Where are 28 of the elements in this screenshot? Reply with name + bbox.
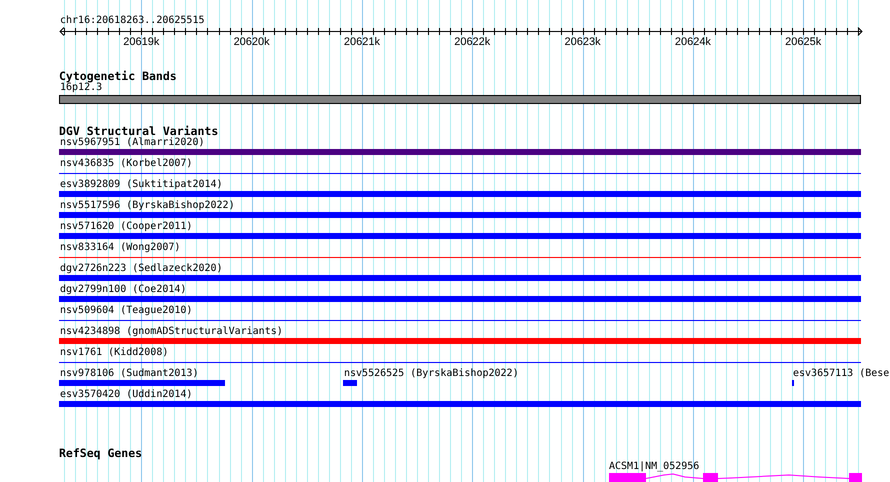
tick-label: 20619k [123,36,160,48]
track-title: Cytogenetic Bands [59,70,177,82]
tick-label: 20620k [234,36,270,48]
track-title: RefSeq Genes [59,447,142,459]
tick-label: 20625k [785,36,822,48]
tick-label: 20621k [344,36,380,48]
variant-label: nsv5967951 (Almarri2020) [60,137,204,149]
variant-label: nsv5526525 (ByrskaBishop2022) [344,368,519,380]
variant-label: nsv4234898 (gnomADStructuralVariants) [60,326,283,338]
variant-label: dgv2799n100 (Coe2014) [60,284,186,296]
variant-label: nsv509604 (Teague2010) [60,305,192,317]
variant-label: nsv833164 (Wong2007) [60,242,180,254]
location-label: chr16:20618263..20625515 [59,15,204,27]
tick-label: 20622k [454,36,490,48]
tick-label: 20623k [564,36,601,48]
variant-label: esv3657113 (Bese [793,368,890,380]
variant-label: nsv978106 (Sudmant2013) [60,368,198,380]
variant-label: nsv1761 (Kidd2008) [60,347,168,359]
band-label: 16p12.3 [60,82,102,94]
track-title: DGV Structural Variants [59,125,218,137]
variant-label: esv3570420 (Uddin2014) [60,389,192,401]
tick-label: 20624k [674,36,711,48]
variant-label: esv3892809 (Suktitipat2014) [60,179,223,191]
variant-label: nsv571620 (Cooper2011) [60,221,192,233]
variant-label: dgv2726n223 (Sedlazeck2020) [60,263,223,275]
variant-label: nsv436835 (Korbel2007) [60,158,192,170]
gene-label: ACSM1|NM_052956 [609,461,700,473]
variant-label: nsv5517596 (ByrskaBishop2022) [60,200,235,212]
